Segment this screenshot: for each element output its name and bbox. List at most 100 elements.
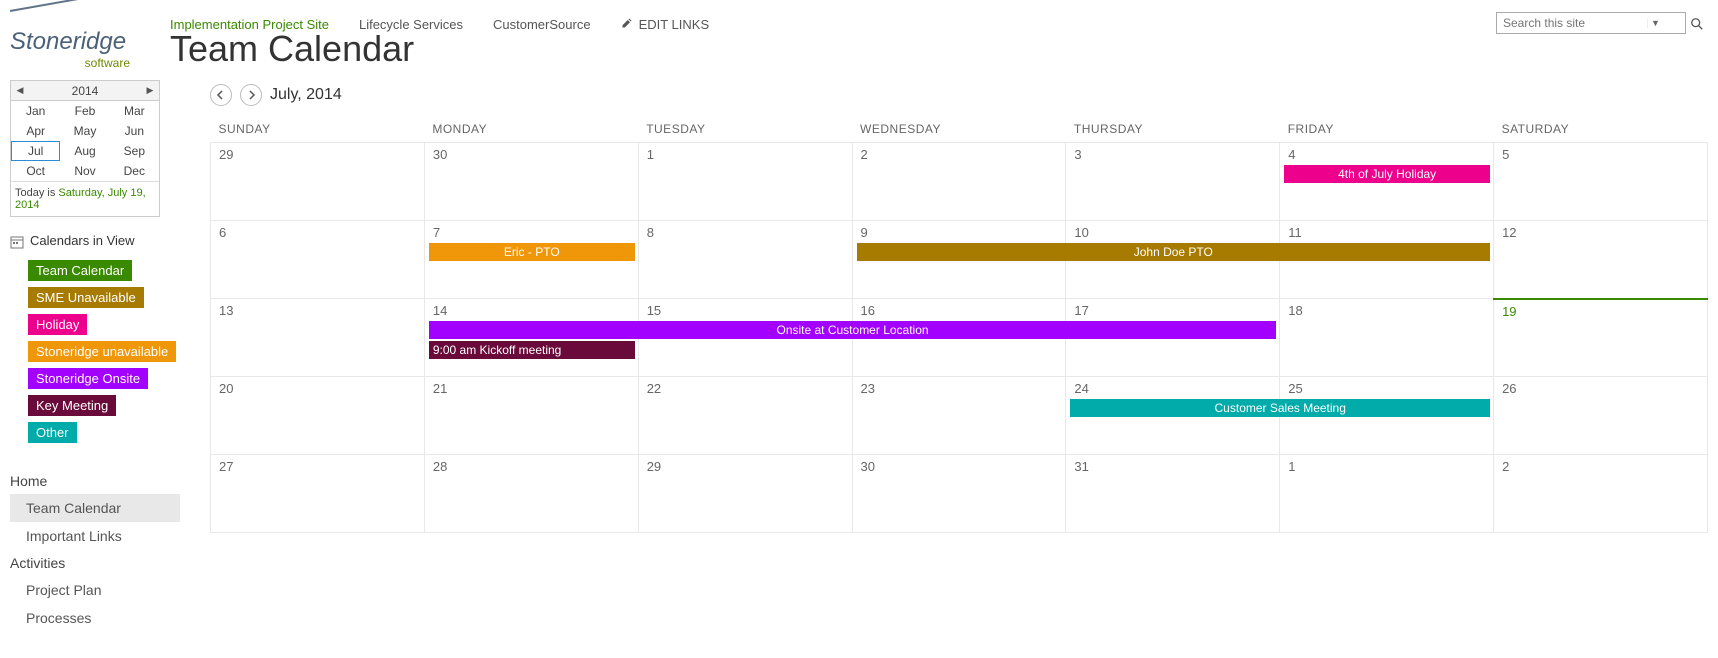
event-bar[interactable]: 4th of July Holiday (1284, 165, 1490, 183)
nav-activities[interactable]: Activities (10, 550, 180, 576)
mini-cal-prev-icon[interactable]: ◀ (11, 85, 29, 96)
day-cell[interactable]: 14Onsite at Customer Location9:00 am Kic… (424, 299, 638, 377)
day-number: 12 (1494, 221, 1707, 244)
legend-item[interactable]: Key Meeting (28, 395, 116, 416)
day-cell[interactable]: 17 (1066, 299, 1280, 377)
day-cell[interactable]: 13 (211, 299, 425, 377)
day-number: 23 (853, 377, 1066, 400)
day-cell[interactable]: 7Eric - PTO (424, 221, 638, 299)
day-cell[interactable]: 12 (1494, 221, 1708, 299)
brand-sub: software (10, 56, 130, 70)
day-number: 2 (853, 143, 1066, 166)
day-cell[interactable]: 10 (1066, 221, 1280, 299)
day-number: 8 (639, 221, 852, 244)
day-number: 4 (1280, 143, 1493, 166)
day-cell[interactable]: 30 (424, 143, 638, 221)
mini-month-feb[interactable]: Feb (60, 101, 109, 121)
mini-month-may[interactable]: May (60, 121, 109, 141)
nav-processes[interactable]: Processes (10, 604, 180, 632)
edit-links[interactable]: EDIT LINKS (621, 17, 710, 32)
day-cell[interactable]: 26 (1494, 377, 1708, 455)
day-cell[interactable]: 20 (211, 377, 425, 455)
mini-cal-next-icon[interactable]: ▶ (141, 85, 159, 96)
day-cell[interactable]: 27 (211, 455, 425, 533)
day-cell[interactable]: 29 (638, 455, 852, 533)
nav-project-plan[interactable]: Project Plan (10, 576, 180, 604)
mini-month-mar[interactable]: Mar (110, 101, 159, 121)
day-cell[interactable]: 1 (638, 143, 852, 221)
left-nav: Home Team Calendar Important Links Activ… (10, 468, 180, 632)
calendar-icon (10, 233, 24, 249)
page-title: Team Calendar (170, 28, 1708, 70)
day-number: 22 (639, 377, 852, 400)
day-cell[interactable]: 2 (852, 143, 1066, 221)
mini-month-jul[interactable]: Jul (11, 141, 60, 161)
day-cell[interactable]: 25 (1280, 377, 1494, 455)
search-dropdown-icon[interactable]: ▼ (1647, 18, 1663, 28)
day-cell[interactable]: 9John Doe PTO (852, 221, 1066, 299)
pencil-icon (621, 17, 633, 32)
day-cell[interactable]: 21 (424, 377, 638, 455)
day-cell[interactable]: 11 (1280, 221, 1494, 299)
cal-prev-button[interactable] (210, 84, 232, 106)
mini-month-jan[interactable]: Jan (11, 101, 60, 121)
legend-item[interactable]: Stoneridge unavailable (28, 341, 176, 362)
legend-item[interactable]: SME Unavailable (28, 287, 144, 308)
legend-item[interactable]: Holiday (28, 314, 87, 335)
brand-name: Stoneridge (10, 28, 170, 56)
legend-item[interactable]: Stoneridge Onsite (28, 368, 148, 389)
edit-links-label: EDIT LINKS (639, 17, 710, 32)
logo[interactable]: Stoneridge software (10, 6, 170, 70)
day-cell[interactable]: 22 (638, 377, 852, 455)
day-cell[interactable]: 3 (1066, 143, 1280, 221)
legend-item[interactable]: Team Calendar (28, 260, 132, 281)
day-cell[interactable]: 28 (424, 455, 638, 533)
day-number: 29 (211, 143, 424, 166)
day-cell[interactable]: 1 (1280, 455, 1494, 533)
search-input[interactable] (1497, 13, 1647, 33)
nav-team-calendar[interactable]: Team Calendar (10, 494, 180, 522)
mini-month-nov[interactable]: Nov (60, 161, 109, 181)
legend-item[interactable]: Other (28, 422, 77, 443)
day-cell[interactable]: 23 (852, 377, 1066, 455)
mini-month-jun[interactable]: Jun (110, 121, 159, 141)
day-cell[interactable]: 44th of July Holiday (1280, 143, 1494, 221)
event-bar[interactable]: 9:00 am Kickoff meeting (429, 341, 635, 359)
search-icon[interactable] (1686, 15, 1708, 31)
mini-cal-year[interactable]: 2014 (29, 84, 141, 98)
day-cell[interactable]: 31 (1066, 455, 1280, 533)
calendar-grid: SUNDAYMONDAYTUESDAYWEDNESDAYTHURSDAYFRID… (210, 116, 1708, 533)
mini-month-sep[interactable]: Sep (110, 141, 159, 161)
day-cell[interactable]: 24Customer Sales Meeting (1066, 377, 1280, 455)
nav-home[interactable]: Home (10, 468, 180, 494)
day-number: 10 (1066, 221, 1279, 244)
nav-customersource[interactable]: CustomerSource (493, 17, 591, 32)
event-bar[interactable]: Eric - PTO (429, 243, 635, 261)
day-cell[interactable]: 8 (638, 221, 852, 299)
mini-month-apr[interactable]: Apr (11, 121, 60, 141)
day-cell[interactable]: 6 (211, 221, 425, 299)
cal-next-button[interactable] (240, 84, 262, 106)
day-cell[interactable]: 16 (852, 299, 1066, 377)
day-number: 18 (1280, 299, 1493, 322)
day-cell[interactable]: 29 (211, 143, 425, 221)
day-cell[interactable]: 30 (852, 455, 1066, 533)
today-line: Today is Saturday, July 19, 2014 (11, 181, 159, 216)
search-box: ▼ (1496, 12, 1686, 34)
day-number: 25 (1280, 377, 1493, 400)
day-number: 28 (425, 455, 638, 478)
day-cell[interactable]: 19 (1494, 299, 1708, 377)
day-number: 31 (1066, 455, 1279, 478)
mini-month-dec[interactable]: Dec (110, 161, 159, 181)
mini-month-oct[interactable]: Oct (11, 161, 60, 181)
day-number: 3 (1066, 143, 1279, 166)
day-cell[interactable]: 18 (1280, 299, 1494, 377)
day-cell[interactable]: 5 (1494, 143, 1708, 221)
today-prefix: Today is (15, 187, 58, 199)
day-number: 1 (1280, 455, 1493, 478)
day-cell[interactable]: 15 (638, 299, 852, 377)
day-header: SATURDAY (1494, 116, 1708, 143)
day-cell[interactable]: 2 (1494, 455, 1708, 533)
mini-month-aug[interactable]: Aug (60, 141, 109, 161)
nav-important-links[interactable]: Important Links (10, 522, 180, 550)
